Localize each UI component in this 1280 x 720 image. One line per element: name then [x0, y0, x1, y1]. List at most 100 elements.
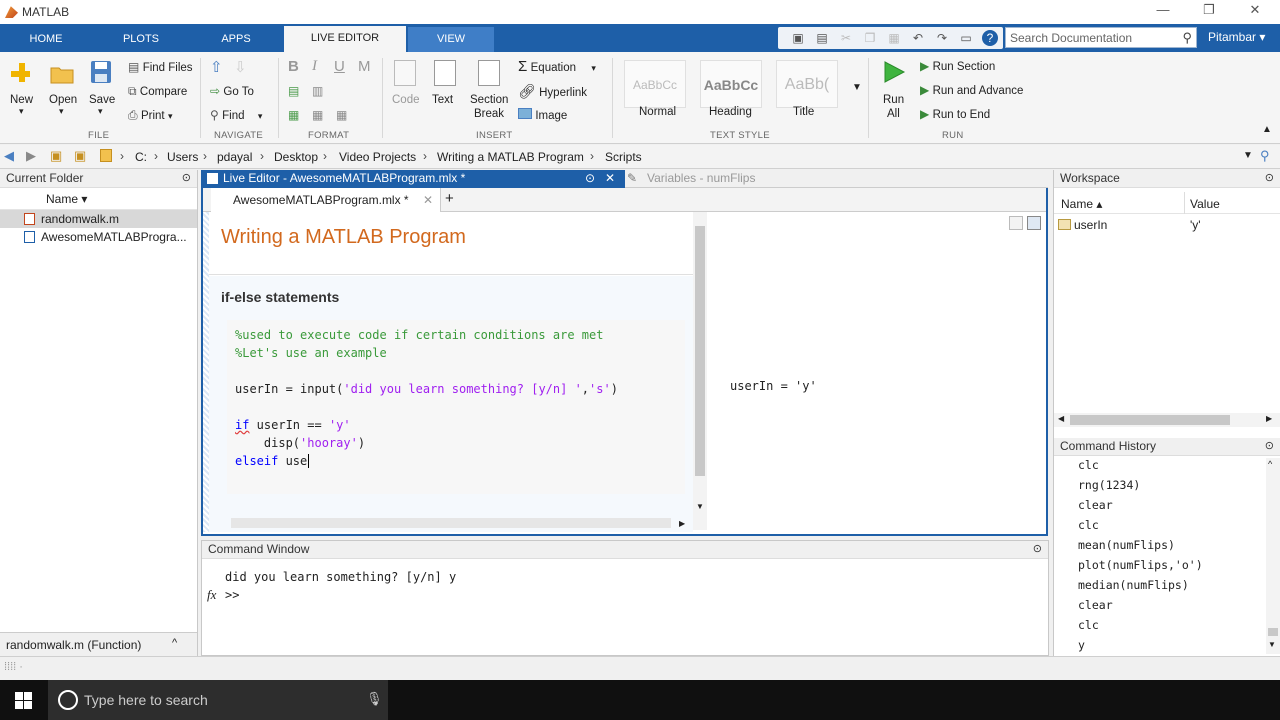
find-files-button[interactable]: ▤ Find Files: [128, 60, 193, 74]
document-title[interactable]: Writing a MATLAB Program: [221, 226, 466, 249]
list-item[interactable]: mean(numFlips): [1078, 538, 1175, 552]
close-tab-icon[interactable]: ✕: [423, 193, 433, 207]
list-item[interactable]: randomwalk.m: [0, 210, 197, 228]
undo-icon[interactable]: ↶: [910, 30, 926, 46]
align-right-icon[interactable]: ▦: [336, 108, 347, 122]
list-item[interactable]: plot(numFlips,'o'): [1078, 558, 1203, 572]
list-item[interactable]: median(numFlips): [1078, 578, 1189, 592]
breadcrumb-item[interactable]: Users: [167, 150, 198, 164]
underline-button[interactable]: U: [334, 58, 345, 75]
print-button[interactable]: ⎙ Print ▾: [128, 108, 172, 123]
list-item[interactable]: y: [1078, 638, 1085, 652]
search-folder-icon[interactable]: ⚲: [1260, 148, 1270, 164]
close-button[interactable]: ✕: [1232, 2, 1278, 22]
tab-live-editor[interactable]: LIVE EDITOR: [284, 26, 406, 52]
column-name[interactable]: Name ▴: [1061, 197, 1102, 211]
chevron-up-icon[interactable]: ^: [172, 637, 177, 649]
insert-text-button[interactable]: Text: [432, 60, 456, 106]
new-button[interactable]: New ▾: [10, 62, 33, 116]
paste-icon[interactable]: ▦: [886, 30, 902, 46]
find-button[interactable]: ⚲ Find ▾: [210, 108, 262, 122]
column-name[interactable]: Name ▾: [46, 192, 87, 206]
column-value[interactable]: Value: [1190, 197, 1220, 211]
layout-icon[interactable]: ▭: [958, 30, 974, 46]
list-item[interactable]: clc: [1078, 458, 1099, 472]
breadcrumb-item[interactable]: C:: [135, 150, 147, 164]
scroll-down-icon[interactable]: ▼: [1268, 640, 1276, 649]
search-icon[interactable]: ⚲: [1182, 30, 1192, 46]
vertical-scrollbar[interactable]: ▼: [693, 212, 707, 530]
run-and-advance-button[interactable]: ▶ Run and Advance: [920, 83, 1023, 97]
run-section-button[interactable]: ▶ Run Section: [920, 59, 995, 73]
italic-button[interactable]: I: [312, 58, 317, 75]
go-up-icon[interactable]: ⇧: [210, 58, 223, 76]
workspace-hscrollbar[interactable]: ◀ ▶: [1054, 413, 1280, 427]
pane-options-icon[interactable]: ⊙: [1265, 439, 1274, 452]
tab-view[interactable]: VIEW: [408, 27, 494, 52]
details-bar[interactable]: randomwalk.m (Function) ^: [0, 632, 197, 656]
copy-icon[interactable]: ❐: [862, 30, 878, 46]
output-inline-icon[interactable]: [1009, 216, 1023, 230]
style-normal-preview[interactable]: AaBbCc: [624, 60, 686, 108]
workspace-icon[interactable]: ▣: [790, 30, 806, 46]
list-item[interactable]: clc: [1078, 618, 1099, 632]
compare-button[interactable]: ⧉ Compare: [128, 84, 187, 99]
save-icon[interactable]: ▤: [814, 30, 830, 46]
section-heading[interactable]: if-else statements: [221, 289, 339, 305]
back-arrow-icon[interactable]: ◀: [4, 148, 14, 164]
open-button[interactable]: Open ▾: [49, 64, 77, 116]
breadcrumb-item[interactable]: Desktop: [274, 150, 318, 164]
taskbar-search-box[interactable]: Type here to search 🎙︎: [48, 680, 388, 720]
output-right-icon[interactable]: [1027, 216, 1041, 230]
cut-icon[interactable]: ✂: [838, 30, 854, 46]
align-left-icon[interactable]: ▦: [288, 108, 299, 122]
forward-arrow-icon[interactable]: ▶: [26, 148, 36, 164]
fx-icon[interactable]: fx: [207, 587, 216, 603]
insert-code-button[interactable]: Code: [392, 60, 420, 106]
equation-button[interactable]: Σ Equation ▾: [518, 58, 596, 75]
search-documentation-input[interactable]: Search Documentation ⚲: [1005, 27, 1197, 48]
monospace-button[interactable]: M: [358, 58, 371, 75]
list-item[interactable]: clc: [1078, 518, 1099, 532]
close-editor-icon[interactable]: ✕: [605, 171, 615, 185]
scroll-down-icon[interactable]: ▼: [696, 502, 704, 511]
scroll-up-icon[interactable]: ^: [1268, 459, 1272, 469]
browse-folder-icon[interactable]: ▣: [74, 148, 86, 164]
breadcrumb-item[interactable]: Scripts: [605, 150, 642, 164]
collapse-ribbon-icon[interactable]: ▲: [1262, 124, 1272, 135]
address-dropdown-icon[interactable]: ▼: [1243, 150, 1253, 161]
windows-start-icon[interactable]: [15, 692, 32, 709]
tab-apps[interactable]: APPS: [190, 27, 282, 52]
doc-tab-awesome[interactable]: AwesomeMATLABProgram.mlx * ✕: [211, 188, 441, 212]
pane-options-icon[interactable]: ⊙: [1265, 171, 1274, 184]
help-icon[interactable]: ?: [982, 30, 998, 46]
bullet-list-icon[interactable]: ▤: [288, 84, 299, 98]
numbered-list-icon[interactable]: ▥: [312, 84, 323, 98]
scroll-thumb[interactable]: [1070, 415, 1230, 425]
bold-button[interactable]: B: [288, 58, 299, 75]
tab-plots[interactable]: PLOTS: [94, 27, 188, 52]
scroll-right-icon[interactable]: ▶: [679, 519, 685, 528]
hyperlink-button[interactable]: 🔗︎ Hyperlink: [518, 83, 587, 100]
list-item[interactable]: clear: [1078, 598, 1113, 612]
image-button[interactable]: Image: [518, 108, 567, 122]
style-title-preview[interactable]: AaBb(: [776, 60, 838, 108]
scroll-right-icon[interactable]: ▶: [1266, 414, 1272, 423]
microphone-icon[interactable]: 🎙︎: [366, 691, 383, 707]
scroll-left-icon[interactable]: ◀: [1058, 414, 1064, 423]
up-folder-icon[interactable]: ▣: [50, 148, 62, 164]
pane-options-icon[interactable]: ⊙: [182, 171, 191, 184]
table-row[interactable]: userIn 'y': [1054, 216, 1280, 234]
user-menu[interactable]: Pitambar ▾: [1208, 30, 1265, 44]
breadcrumb-item[interactable]: Video Projects: [339, 150, 416, 164]
run-all-button[interactable]: Run All: [882, 60, 906, 120]
horizontal-scrollbar[interactable]: [231, 518, 671, 528]
new-tab-plus-icon[interactable]: +: [445, 190, 454, 207]
tab-home[interactable]: HOME: [0, 27, 92, 52]
history-vscrollbar[interactable]: ^ ▼: [1266, 458, 1280, 654]
scroll-thumb[interactable]: [1268, 628, 1278, 636]
list-item[interactable]: rng(1234): [1078, 478, 1140, 492]
breadcrumb-item[interactable]: Writing a MATLAB Program: [437, 150, 584, 164]
restore-button[interactable]: ❐: [1186, 2, 1232, 22]
goto-button[interactable]: ⇨ Go To: [210, 84, 254, 98]
